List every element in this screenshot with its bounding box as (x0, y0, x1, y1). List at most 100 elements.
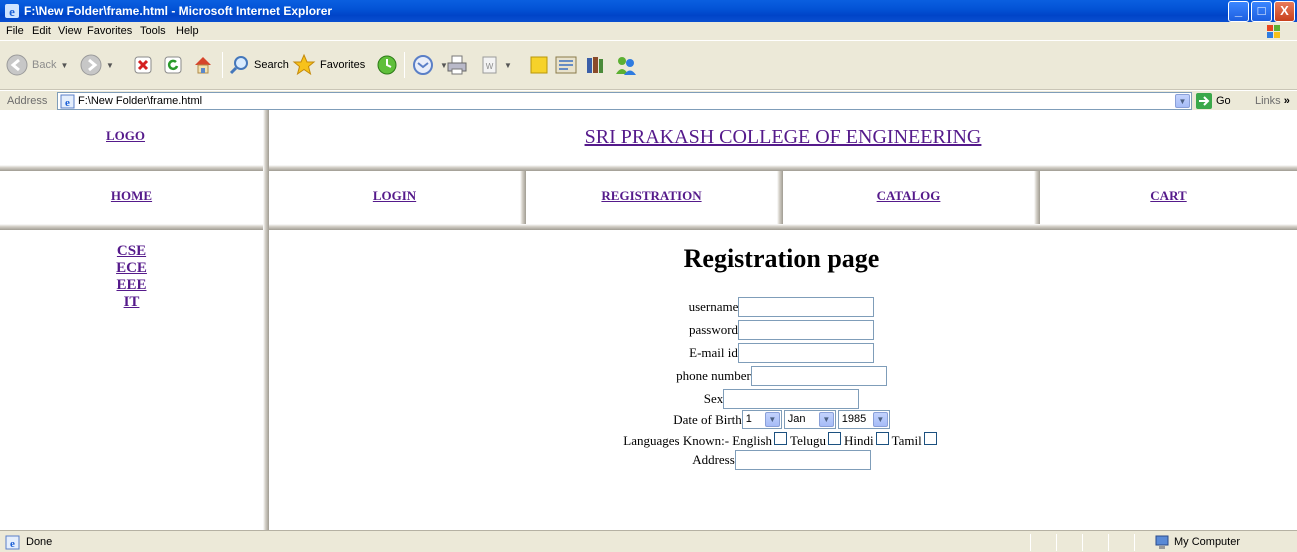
dept-it-link[interactable]: IT (0, 294, 263, 311)
telugu-checkbox[interactable] (827, 432, 841, 446)
dept-eee-link[interactable]: EEE (0, 277, 263, 294)
search-button[interactable]: Search (228, 50, 289, 80)
dob-year-select[interactable]: 1985 ▼ (837, 410, 890, 429)
refresh-button[interactable] (164, 50, 182, 80)
research-button[interactable] (554, 50, 578, 80)
history-button[interactable] (376, 50, 398, 80)
stop-button[interactable] (134, 50, 152, 80)
dob-month-select[interactable]: Jan ▼ (783, 410, 836, 429)
links-label: Links (1255, 95, 1281, 107)
status-bar: e Done My Computer (0, 530, 1297, 552)
frame-border[interactable] (0, 224, 1297, 230)
stop-icon (134, 56, 152, 74)
english-checkbox[interactable] (774, 432, 788, 446)
menu-tools[interactable]: Tools (140, 25, 166, 37)
printer-icon (447, 55, 467, 75)
toolbar: Back ▼ ▼ Search Favorites ▼ W ▼ (0, 42, 1297, 90)
college-title-link: SRI PRAKASH COLLEGE OF ENGINEERING (269, 126, 1297, 149)
frame-border[interactable] (0, 165, 1297, 171)
dob-row: Date of Birth 1 ▼ Jan ▼ 1985 ▼ (266, 410, 1297, 430)
address-bar: Address e F:\New Folder\frame.html ▼ Go … (0, 90, 1297, 110)
windows-logo-icon (1267, 25, 1280, 38)
status-separator (1056, 534, 1057, 551)
dept-cse-link[interactable]: CSE (0, 243, 263, 260)
sex-input[interactable] (723, 389, 860, 409)
dob-label: Date of Birth (673, 412, 742, 427)
dob-year-value: 1985 (841, 413, 867, 425)
mail-icon (413, 55, 433, 75)
books-icon (587, 57, 603, 73)
address-dropdown-icon[interactable]: ▼ (1175, 94, 1190, 108)
dob-day-value: 1 (745, 413, 752, 425)
nav-registration[interactable]: REGISTRATION (526, 188, 777, 204)
page-icon: e (60, 94, 75, 109)
email-label: E-mail id (689, 345, 738, 360)
edit-dropdown-icon[interactable]: ▼ (504, 61, 512, 70)
hindi-label: Hindi (843, 433, 874, 448)
tamil-checkbox[interactable] (923, 432, 937, 446)
menu-bar: File Edit View Favorites Tools Help (0, 22, 1297, 41)
address-label: Address (7, 95, 48, 107)
links-menu[interactable]: Links » (1255, 95, 1290, 107)
status-separator (1134, 534, 1135, 551)
status-text: Done (26, 536, 53, 548)
edit-button[interactable]: W ▼ (480, 50, 512, 80)
books-button[interactable] (584, 50, 606, 80)
maximize-button[interactable]: □ (1251, 1, 1272, 22)
menu-help[interactable]: Help (176, 25, 199, 37)
forward-arrow-icon (80, 54, 102, 76)
chevron-down-icon: ▼ (764, 412, 780, 427)
search-icon (229, 56, 248, 75)
telugu-label: Telugu (790, 433, 826, 448)
sex-row: Sex (266, 389, 1297, 409)
svg-text:W: W (486, 62, 494, 71)
nav-cart[interactable]: CART (1040, 188, 1297, 204)
title-bar: e F:\New Folder\frame.html - Microsoft I… (0, 0, 1297, 22)
messenger-icon (616, 57, 636, 75)
address-input[interactable]: e F:\New Folder\frame.html ▼ (57, 92, 1192, 110)
close-button[interactable]: X (1274, 1, 1295, 22)
phone-input[interactable] (750, 366, 887, 386)
discuss-button[interactable] (528, 50, 550, 80)
svg-text:e: e (65, 97, 70, 109)
address-row: Address (266, 450, 1297, 470)
phone-row: phone number (266, 366, 1297, 386)
menu-file[interactable]: File (6, 25, 24, 37)
hindi-checkbox[interactable] (875, 432, 889, 446)
college-title[interactable]: SRI PRAKASH COLLEGE OF ENGINEERING (585, 126, 982, 148)
nav-login[interactable]: LOGIN (269, 188, 520, 204)
messenger-button[interactable] (614, 50, 638, 80)
search-label: Search (254, 59, 289, 71)
favorites-button[interactable]: Favorites (292, 50, 365, 80)
username-row: username (266, 297, 1297, 317)
forward-dropdown-icon[interactable]: ▼ (106, 61, 114, 70)
menu-edit[interactable]: Edit (32, 25, 51, 37)
logo-link[interactable]: LOGO (106, 128, 145, 144)
mail-button[interactable]: ▼ (412, 50, 448, 80)
password-input[interactable] (738, 320, 875, 340)
address-field-input[interactable] (734, 450, 871, 470)
email-input[interactable] (737, 343, 874, 363)
username-input[interactable] (738, 297, 875, 317)
history-icon (377, 55, 397, 75)
print-button[interactable] (446, 50, 468, 80)
back-button[interactable]: Back ▼ (6, 50, 68, 80)
toolbar-separator (222, 52, 223, 78)
back-dropdown-icon[interactable]: ▼ (60, 61, 68, 70)
window-title: F:\New Folder\frame.html - Microsoft Int… (24, 4, 333, 18)
notes-icon (530, 56, 548, 74)
go-button[interactable]: Go (1196, 93, 1231, 109)
home-button[interactable] (192, 50, 214, 80)
back-arrow-icon (6, 54, 28, 76)
nav-catalog[interactable]: CATALOG (783, 188, 1034, 204)
dept-ece-link[interactable]: ECE (0, 260, 263, 277)
home-icon (195, 57, 211, 74)
minimize-button[interactable]: _ (1228, 1, 1249, 22)
sex-label: Sex (703, 391, 724, 406)
nav-home[interactable]: HOME (0, 188, 263, 204)
forward-button[interactable]: ▼ (80, 50, 114, 80)
menu-view[interactable]: View (58, 25, 82, 37)
menu-favorites[interactable]: Favorites (87, 25, 132, 37)
dob-day-select[interactable]: 1 ▼ (741, 410, 782, 429)
languages-row: Languages Known:- English Telugu Hindi Tami… (266, 431, 1297, 451)
